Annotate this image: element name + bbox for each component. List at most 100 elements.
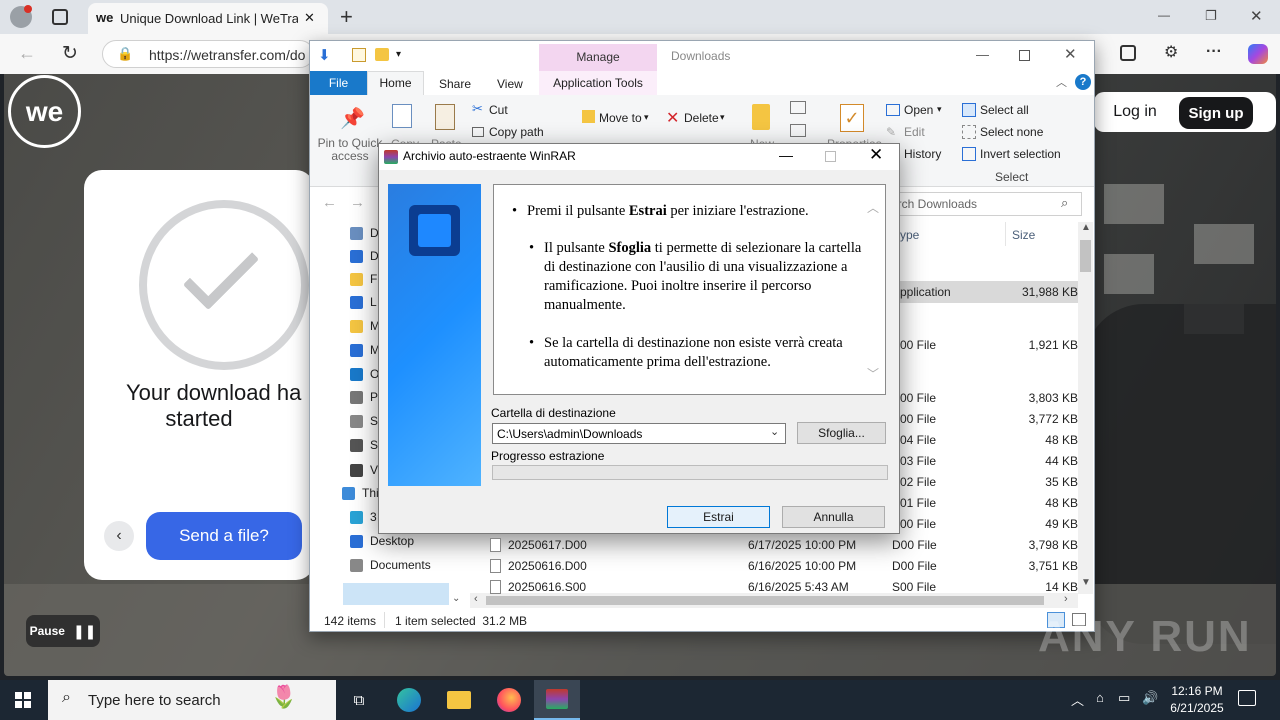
- edge-taskbar-button[interactable]: [386, 680, 432, 720]
- move-to-button[interactable]: Move to: [599, 111, 642, 125]
- address-bar[interactable]: 🔒 https://wetransfer.com/do: [102, 40, 314, 68]
- history-button[interactable]: History: [904, 147, 941, 161]
- nav-item[interactable]: Desktop: [370, 534, 414, 548]
- reload-icon[interactable]: ↻: [62, 42, 78, 65]
- instructions-scroll-down-icon[interactable]: ﹀: [867, 365, 879, 382]
- customize-toolbar-icon[interactable]: ▾: [396, 49, 401, 60]
- scroll-thumb[interactable]: [1080, 240, 1091, 272]
- browser-menu-icon[interactable]: ···: [1206, 43, 1222, 61]
- winrar-close-button[interactable]: ✕: [869, 145, 883, 165]
- invert-selection-icon[interactable]: [962, 147, 976, 161]
- start-button[interactable]: [0, 680, 46, 720]
- properties-icon[interactable]: ✓: [840, 104, 864, 132]
- taskbar-clock[interactable]: 12:16 PM 6/21/2025: [1162, 683, 1232, 717]
- tab-close-icon[interactable]: ✕: [304, 10, 315, 26]
- firefox-taskbar-button[interactable]: [486, 680, 532, 720]
- back-arrow-button[interactable]: ‹: [104, 521, 134, 551]
- winrar-minimize-button[interactable]: —: [779, 147, 793, 163]
- copy-path-icon[interactable]: [472, 127, 484, 137]
- select-none-icon[interactable]: [962, 125, 976, 139]
- open-button[interactable]: Open: [904, 103, 933, 117]
- delete-button[interactable]: Delete: [684, 111, 719, 125]
- destination-combobox[interactable]: C:\Users\admin\Downloads ⌄: [492, 423, 786, 444]
- nav-item[interactable]: Thi: [362, 486, 379, 500]
- cut-button[interactable]: Cut: [489, 103, 508, 117]
- nav-item[interactable]: F: [370, 272, 377, 286]
- delete-icon[interactable]: ✕: [666, 108, 679, 128]
- nav-item[interactable]: S: [370, 438, 378, 452]
- select-none-button[interactable]: Select none: [980, 125, 1043, 139]
- tab-share[interactable]: Share: [439, 77, 471, 91]
- extract-button[interactable]: Estrai: [667, 506, 770, 528]
- column-size[interactable]: Size: [1012, 228, 1035, 242]
- nav-scrollbar-arrow[interactable]: ⌄: [452, 593, 460, 604]
- site-info-icon[interactable]: 🔒: [117, 46, 133, 62]
- select-all-button[interactable]: Select all: [980, 103, 1029, 117]
- wetransfer-logo[interactable]: we: [8, 75, 81, 148]
- explorer-close-button[interactable]: ✕: [1064, 45, 1077, 63]
- window-minimize-button[interactable]: —: [1158, 8, 1170, 22]
- scroll-up-icon[interactable]: ▲: [1081, 222, 1091, 233]
- open-dropdown-icon[interactable]: ▾: [937, 104, 942, 115]
- copy-path-button[interactable]: Copy path: [489, 125, 544, 139]
- copy-icon[interactable]: [392, 104, 412, 128]
- cancel-button[interactable]: Annulla: [782, 506, 885, 528]
- pause-button[interactable]: Pause ❚❚: [26, 615, 100, 647]
- winrar-taskbar-button[interactable]: [534, 680, 580, 720]
- column-type[interactable]: ype: [900, 228, 919, 242]
- nav-item[interactable]: S: [370, 414, 378, 428]
- move-to-icon[interactable]: [582, 110, 595, 123]
- explorer-search-box[interactable]: arch Downloads ⌕: [886, 192, 1082, 216]
- explorer-maximize-button[interactable]: [1019, 50, 1030, 61]
- tab-home[interactable]: Home: [367, 71, 424, 96]
- invert-selection-button[interactable]: Invert selection: [980, 147, 1061, 161]
- select-all-icon[interactable]: [962, 103, 976, 117]
- instructions-scroll-up-icon[interactable]: ︿: [867, 199, 879, 216]
- properties-quick-icon[interactable]: [352, 48, 366, 62]
- nav-item[interactable]: Documents: [370, 558, 431, 572]
- cut-icon[interactable]: ✂: [472, 101, 483, 117]
- pin-to-quick-access-button[interactable]: Pin to Quick access: [314, 137, 386, 163]
- nav-item[interactable]: L: [370, 295, 377, 309]
- nav-item[interactable]: P: [370, 390, 378, 404]
- notification-center-icon[interactable]: [1238, 690, 1256, 706]
- send-file-button[interactable]: Send a file?: [146, 512, 302, 560]
- edit-icon[interactable]: ✎: [886, 125, 896, 139]
- help-icon[interactable]: ?: [1075, 74, 1091, 90]
- login-button[interactable]: Log in: [1094, 92, 1176, 132]
- task-view-button[interactable]: ⧉: [336, 680, 382, 720]
- copilot-icon[interactable]: [1248, 44, 1268, 64]
- folder-quick-icon[interactable]: [375, 48, 389, 61]
- scroll-down-icon[interactable]: ▼: [1081, 577, 1091, 588]
- easy-access-icon[interactable]: [790, 124, 806, 137]
- destination-dropdown-icon[interactable]: ⌄: [770, 425, 779, 438]
- new-item-icon[interactable]: [790, 101, 806, 114]
- new-folder-icon[interactable]: [752, 104, 770, 130]
- nav-item[interactable]: V: [370, 463, 378, 477]
- explorer-back-icon[interactable]: ←: [322, 194, 337, 211]
- window-restore-button[interactable]: ❐: [1205, 8, 1217, 24]
- nav-item[interactable]: 3: [370, 510, 377, 524]
- paste-icon[interactable]: [435, 104, 455, 130]
- edit-button[interactable]: Edit: [904, 125, 925, 139]
- tab-application-tools[interactable]: Application Tools: [539, 71, 657, 95]
- tray-display-icon[interactable]: ▭: [1118, 690, 1130, 706]
- file-explorer-taskbar-button[interactable]: [436, 680, 482, 720]
- back-icon[interactable]: ←: [18, 43, 36, 64]
- collections-icon[interactable]: [1120, 45, 1136, 61]
- new-tab-button[interactable]: +: [340, 4, 353, 30]
- signup-button[interactable]: Sign up: [1179, 97, 1253, 129]
- tray-volume-icon[interactable]: 🔊: [1142, 690, 1158, 706]
- tray-network-icon[interactable]: ⌂: [1096, 690, 1104, 705]
- browse-button[interactable]: Sfoglia...: [797, 422, 886, 444]
- browser-tab[interactable]: we Unique Download Link | WeTransf ✕: [88, 3, 328, 34]
- explorer-minimize-button[interactable]: —: [976, 47, 989, 62]
- explorer-forward-icon[interactable]: →: [350, 194, 365, 211]
- profile-avatar[interactable]: [10, 5, 32, 28]
- quick-access-down-icon[interactable]: ⬇: [318, 46, 331, 64]
- hscroll-left-icon[interactable]: ‹: [474, 593, 478, 605]
- open-icon[interactable]: [886, 104, 900, 116]
- vertical-scrollbar[interactable]: ▲ ▼: [1078, 222, 1093, 594]
- extensions-icon[interactable]: ⚙: [1164, 42, 1178, 62]
- taskbar-search-box[interactable]: ⌕ Type here to search 🌷: [48, 680, 336, 720]
